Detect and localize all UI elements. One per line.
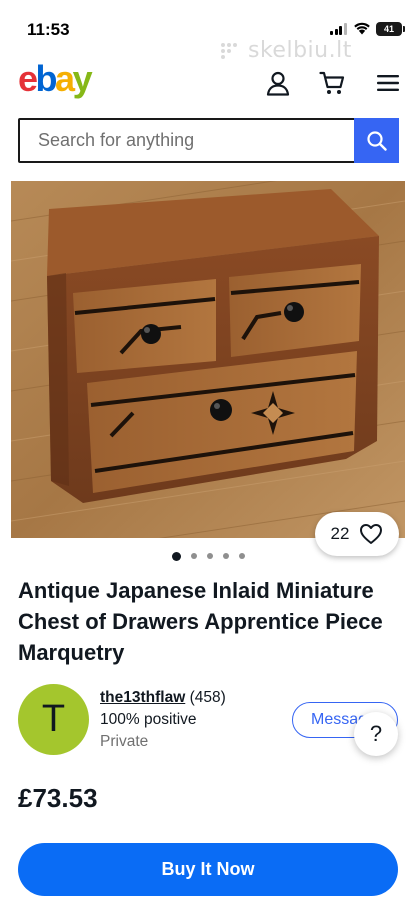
heart-icon [360, 524, 383, 544]
user-icon[interactable] [265, 70, 291, 96]
logo-letter-b: b [35, 58, 58, 99]
item-price: £73.53 [18, 783, 98, 813]
watch-button[interactable]: 22 [315, 512, 399, 556]
search-input[interactable] [20, 120, 356, 161]
seller-avatar[interactable]: T [18, 684, 89, 755]
seller-status: Private [100, 733, 149, 750]
signal-icon [330, 23, 348, 35]
search-icon [366, 130, 387, 151]
search-button[interactable] [354, 118, 399, 163]
seller-name-link[interactable]: the13thflaw [100, 689, 185, 706]
carousel-dots [0, 551, 416, 561]
wifi-icon [354, 22, 370, 35]
logo-letter-y: y [72, 58, 93, 99]
carousel-dot[interactable] [190, 553, 197, 559]
carousel-dot[interactable] [222, 553, 229, 559]
status-time: 11:53 [27, 20, 70, 39]
status-bar: 11:53 skelbiu.lt 41 [0, 0, 416, 63]
seller-info: the13thflaw (458) 100% positive Private [100, 687, 226, 753]
carousel-dot[interactable] [206, 553, 213, 559]
logo-letter-a: a [55, 58, 75, 99]
buy-it-now-button[interactable]: Buy It Now [18, 843, 398, 896]
header: ebay [0, 56, 416, 108]
search-bar [18, 118, 399, 163]
product-image[interactable] [11, 181, 405, 538]
menu-icon[interactable] [375, 70, 401, 96]
product-photo [11, 181, 405, 538]
ebay-logo[interactable]: ebay [18, 58, 93, 100]
battery-icon: 41 [376, 22, 405, 36]
help-button[interactable]: ? [354, 712, 398, 756]
cart-icon[interactable] [319, 70, 345, 96]
item-title: Antique Japanese Inlaid Miniature Chest … [18, 578, 383, 665]
carousel-dot[interactable] [171, 551, 181, 561]
seller-feedback-count: (458) [189, 689, 226, 706]
seller-positive-feedback: 100% positive [100, 711, 197, 728]
carousel-dot[interactable] [238, 553, 245, 559]
logo-letter-e: e [18, 58, 38, 99]
watch-count: 22 [330, 524, 350, 543]
